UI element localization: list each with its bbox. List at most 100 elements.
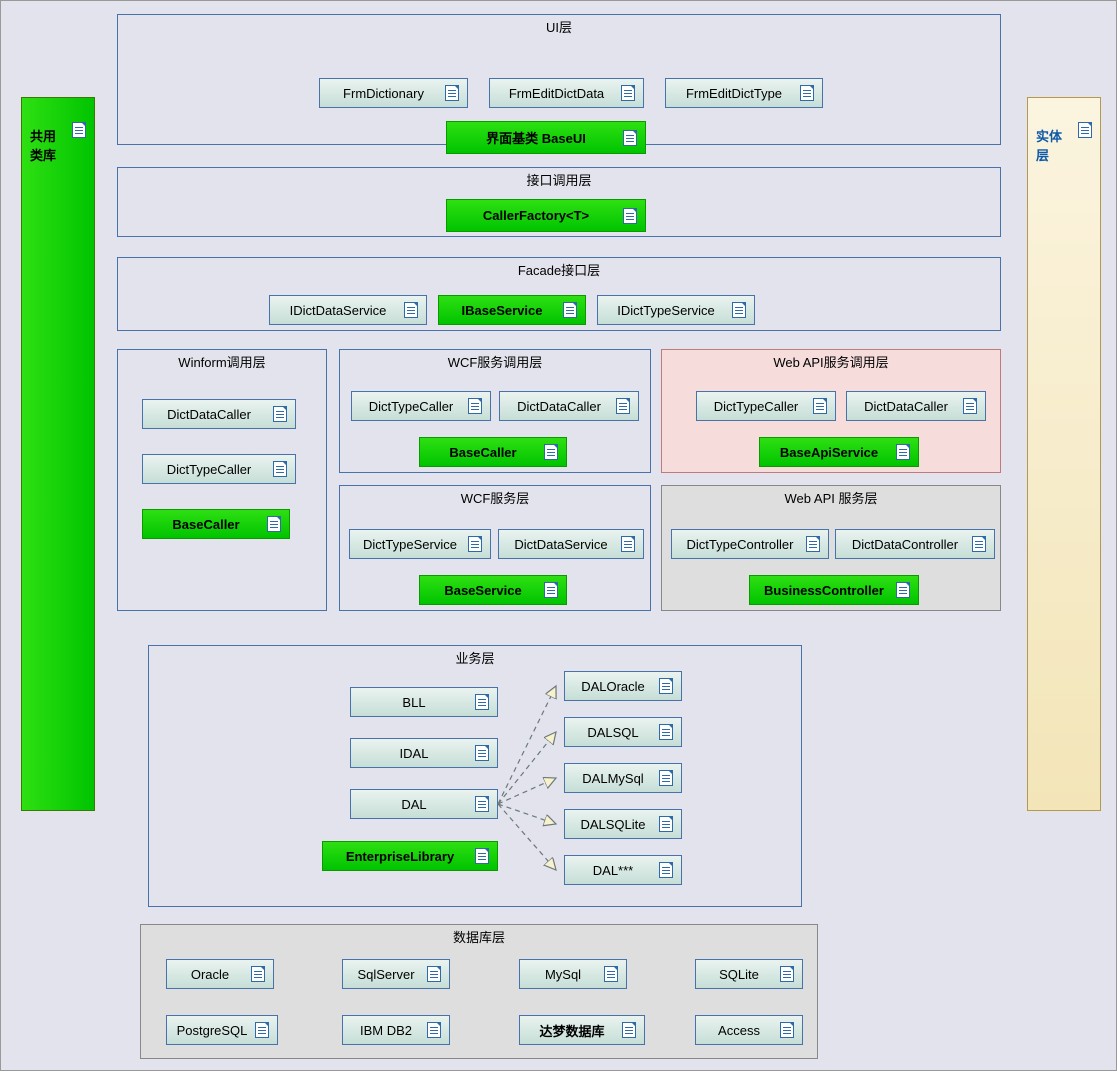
node-dal: DAL: [350, 789, 498, 819]
node-label: SqlServer: [351, 967, 421, 982]
document-icon: [972, 536, 986, 552]
node-oracle: Oracle: [166, 959, 274, 989]
node-dalsql: DALSQL: [564, 717, 682, 747]
document-icon: [544, 444, 558, 460]
node-wcfcall-dicttypecaller: DictTypeCaller: [351, 391, 491, 421]
shared-lib-panel: 共用 类库: [21, 97, 95, 811]
document-icon: [404, 302, 418, 318]
node-wcfsrv-dicttypeservice: DictTypeService: [349, 529, 491, 559]
document-icon: [623, 208, 637, 224]
document-icon: [468, 536, 482, 552]
node-apicall-dicttypecaller: DictTypeCaller: [696, 391, 836, 421]
node-label: DictTypeCaller: [151, 462, 267, 477]
node-label: IDictDataService: [278, 303, 398, 318]
node-label: DictDataCaller: [508, 399, 610, 414]
node-apicall-dictdatacaller: DictDataCaller: [846, 391, 986, 421]
node-label: PostgreSQL: [175, 1023, 249, 1038]
node-label: 界面基类 BaseUI: [455, 128, 617, 147]
node-wcfcall-dictdatacaller: DictDataCaller: [499, 391, 639, 421]
node-wcfsrv-baseservice: BaseService: [419, 575, 567, 605]
node-idal: IDAL: [350, 738, 498, 768]
node-ibmdb2: IBM DB2: [342, 1015, 450, 1045]
document-icon: [621, 536, 635, 552]
node-idicttypeservice: IDictTypeService: [597, 295, 755, 325]
document-icon: [622, 1022, 636, 1038]
node-wcfsrv-dictdataservice: DictDataService: [498, 529, 644, 559]
node-label: EnterpriseLibrary: [331, 849, 469, 864]
node-label: BaseCaller: [428, 445, 538, 460]
node-postgresql: PostgreSQL: [166, 1015, 278, 1045]
node-apicall-baseapiservice: BaseApiService: [759, 437, 919, 467]
document-icon: [659, 816, 673, 832]
node-callerfactory: CallerFactory<T>: [446, 199, 646, 232]
node-frmeditdictdata: FrmEditDictData: [489, 78, 644, 108]
document-icon: [659, 862, 673, 878]
node-frmeditdicttype: FrmEditDictType: [665, 78, 823, 108]
document-icon: [604, 966, 618, 982]
document-icon: [273, 406, 287, 422]
document-icon: [475, 796, 489, 812]
document-icon: [616, 398, 630, 414]
db-layer-title: 数据库层: [141, 925, 817, 946]
node-frmdictionary: FrmDictionary: [319, 78, 468, 108]
caller-layer-title: 接口调用层: [118, 168, 1000, 189]
document-icon: [267, 516, 281, 532]
node-label: DictTypeController: [680, 537, 800, 552]
node-win-dictdatacaller: DictDataCaller: [142, 399, 296, 429]
document-icon: [1078, 122, 1092, 138]
node-apisrv-dicttypecontroller: DictTypeController: [671, 529, 829, 559]
node-dalsqlite: DALSQLite: [564, 809, 682, 839]
node-label: DALMySql: [573, 771, 653, 786]
document-icon: [72, 122, 86, 138]
node-win-basecaller: BaseCaller: [142, 509, 290, 539]
node-label: 达梦数据库: [528, 1021, 616, 1040]
document-icon: [813, 398, 827, 414]
ui-layer-title: UI层: [118, 15, 1000, 36]
node-label: DictDataCaller: [151, 407, 267, 422]
node-label: BaseApiService: [768, 445, 890, 460]
facade-layer-title: Facade接口层: [118, 258, 1000, 279]
document-icon: [475, 694, 489, 710]
node-dameng: 达梦数据库: [519, 1015, 645, 1045]
node-label: DAL: [359, 797, 469, 812]
node-label: Access: [704, 1023, 774, 1038]
node-baseui: 界面基类 BaseUI: [446, 121, 646, 154]
node-sqlserver: SqlServer: [342, 959, 450, 989]
node-label: IBaseService: [447, 303, 557, 318]
node-label: IDAL: [359, 746, 469, 761]
document-icon: [780, 1022, 794, 1038]
node-label: FrmEditDictType: [674, 86, 794, 101]
node-label: FrmEditDictData: [498, 86, 615, 101]
node-label: CallerFactory<T>: [455, 208, 617, 223]
node-label: BLL: [359, 695, 469, 710]
node-enterpriselibrary: EnterpriseLibrary: [322, 841, 498, 871]
document-icon: [621, 85, 635, 101]
winform-call-title: Winform调用层: [118, 350, 326, 371]
entity-layer-panel: 实体层: [1027, 97, 1101, 811]
document-icon: [475, 848, 489, 864]
node-label: SQLite: [704, 967, 774, 982]
document-icon: [563, 302, 577, 318]
node-win-dicttypecaller: DictTypeCaller: [142, 454, 296, 484]
node-idictdataservice: IDictDataService: [269, 295, 427, 325]
node-label: DAL***: [573, 863, 653, 878]
node-label: DictDataCaller: [855, 399, 957, 414]
document-icon: [806, 536, 820, 552]
node-daloracle: DALOracle: [564, 671, 682, 701]
node-label: DictDataController: [844, 537, 966, 552]
node-label: BaseCaller: [151, 517, 261, 532]
document-icon: [732, 302, 746, 318]
node-label: IBM DB2: [351, 1023, 421, 1038]
node-dalstar: DAL***: [564, 855, 682, 885]
node-access: Access: [695, 1015, 803, 1045]
node-apisrv-businesscontroller: BusinessController: [749, 575, 919, 605]
document-icon: [780, 966, 794, 982]
node-bll: BLL: [350, 687, 498, 717]
document-icon: [273, 461, 287, 477]
node-label: IDictTypeService: [606, 303, 726, 318]
node-dalmysql: DALMySql: [564, 763, 682, 793]
document-icon: [896, 444, 910, 460]
node-ibaseservice: IBaseService: [438, 295, 586, 325]
node-label: DALOracle: [573, 679, 653, 694]
document-icon: [251, 966, 265, 982]
